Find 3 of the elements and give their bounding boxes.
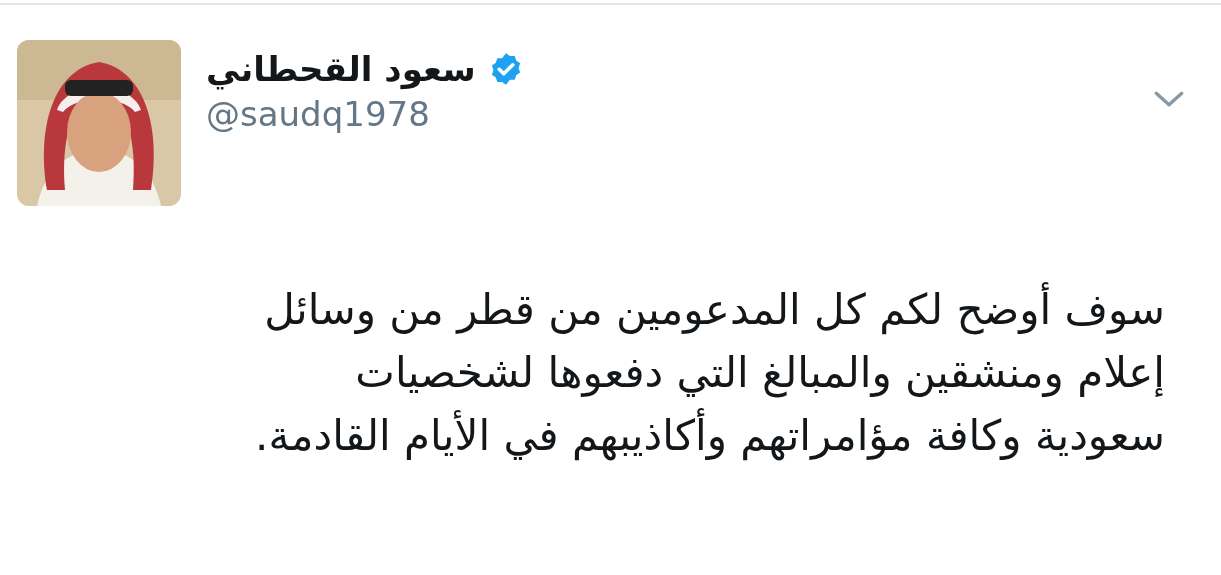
author-name[interactable]: سعود القحطاني [206,48,476,91]
tweet-text: سوف أوضح لكم كل المدعومين من قطر من وسائل إعلام ومنشقين والمبالغ التي دفعوها لشخصيات سعودية وكافة مؤامراتهم وأكاذيبهم في الأيام القادمة. [0,278,1221,467]
author-handle[interactable]: @saudq1978 [206,92,524,135]
